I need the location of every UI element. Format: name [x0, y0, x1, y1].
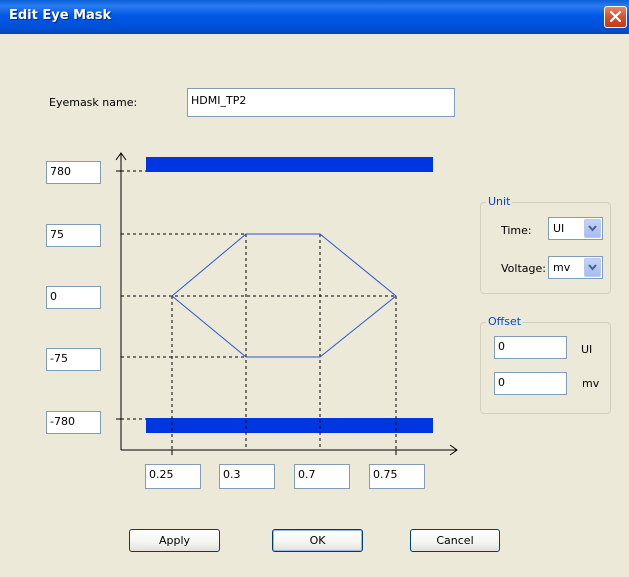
offset-group-title: Offset — [486, 315, 524, 328]
chevron-down-icon[interactable] — [584, 258, 601, 277]
axes — [115, 152, 458, 456]
x-field-0-3[interactable]: 0.3 — [219, 464, 275, 489]
time-unit-label: Time: — [501, 224, 532, 237]
offset-time-input[interactable]: 0 — [494, 336, 567, 359]
y-field-neg780[interactable]: -780 — [46, 411, 101, 434]
voltage-unit-value: mv — [553, 261, 571, 274]
y-field-neg75[interactable]: -75 — [46, 348, 101, 371]
window-title: Edit Eye Mask — [9, 8, 112, 23]
time-unit-value: UI — [553, 222, 565, 235]
guide-lines — [121, 170, 397, 450]
dialog-body: Eyemask name: HDMI_TP2 780 75 0 -75 -780… — [0, 34, 629, 577]
voltage-unit-label: Voltage: — [501, 262, 546, 275]
x-field-0-25[interactable]: 0.25 — [145, 464, 201, 489]
unit-group — [480, 202, 611, 294]
close-button[interactable] — [604, 6, 627, 28]
cancel-button[interactable]: Cancel — [410, 529, 500, 552]
x-field-0-7[interactable]: 0.7 — [294, 464, 350, 489]
y-field-0[interactable]: 0 — [46, 286, 101, 309]
ok-button[interactable]: OK — [272, 529, 363, 552]
offset-voltage-unit: mv — [582, 377, 600, 390]
title-bar[interactable]: Edit Eye Mask — [0, 0, 629, 34]
y-field-780[interactable]: 780 — [46, 161, 101, 184]
chevron-down-icon[interactable] — [584, 219, 601, 238]
offset-time-unit: UI — [581, 343, 593, 356]
upper-mask-bar — [146, 157, 433, 172]
voltage-unit-select[interactable]: mv — [548, 256, 603, 279]
close-icon — [609, 10, 622, 23]
lower-mask-bar — [146, 418, 433, 433]
offset-voltage-input[interactable]: 0 — [494, 372, 567, 395]
unit-group-title: Unit — [486, 195, 513, 208]
time-unit-select[interactable]: UI — [548, 217, 603, 240]
y-field-75[interactable]: 75 — [46, 224, 101, 247]
apply-button[interactable]: Apply — [129, 529, 220, 552]
x-field-0-75[interactable]: 0.75 — [369, 464, 425, 489]
